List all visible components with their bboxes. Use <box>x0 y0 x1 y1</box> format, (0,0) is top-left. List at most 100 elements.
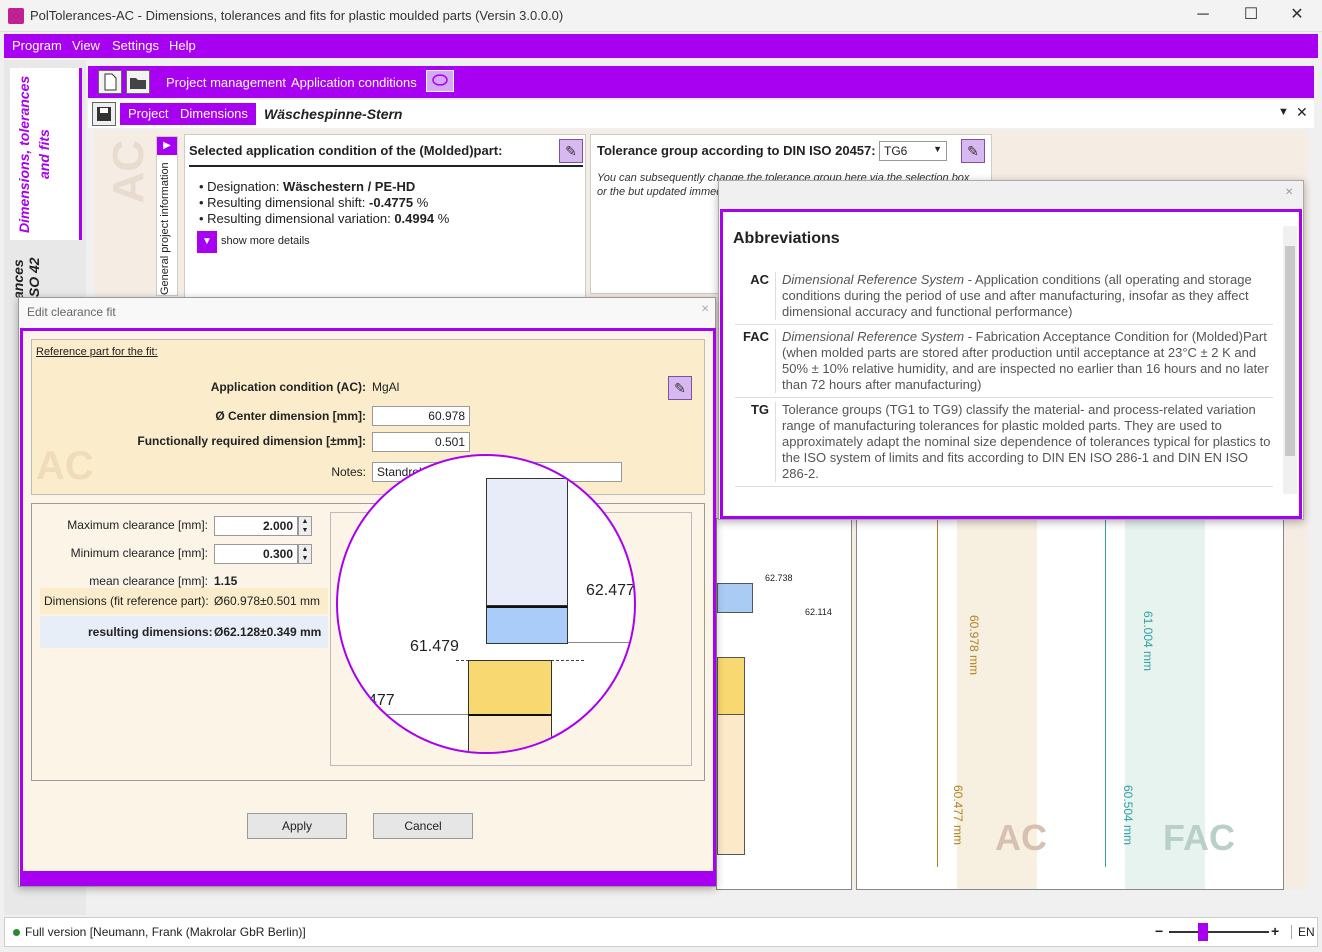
close-project-icon[interactable]: ✕ <box>1296 104 1308 121</box>
new-file-button[interactable] <box>98 70 122 94</box>
license-text: Full version [Neumann, Frank (Makrolar G… <box>25 925 306 939</box>
new-file-icon <box>104 73 117 91</box>
tg-select[interactable]: TG6 ▼ <box>879 141 947 161</box>
menu-view[interactable]: View <box>72 38 100 53</box>
tg-select-value: TG6 <box>884 144 908 158</box>
menu-settings[interactable]: Settings <box>112 38 159 53</box>
chevron-down-icon: ▼ <box>933 144 942 154</box>
ac-low-label: 60.477 mm <box>951 785 965 846</box>
application-conditions-link[interactable]: Application conditions <box>291 75 417 90</box>
app-icon <box>8 8 24 24</box>
abbrev-scrollbar[interactable] <box>1283 226 1297 494</box>
abbrev-list: AC Dimensional Reference System - Applic… <box>735 268 1273 508</box>
abbrev-row: FAC Dimensional Reference System - Fabri… <box>735 325 1273 398</box>
zoom-label-mid: 61.479 <box>410 638 459 655</box>
min-input[interactable]: 0.300 <box>214 544 298 564</box>
divider <box>189 165 583 167</box>
max-stepper[interactable]: ▲ ▼ <box>298 516 312 536</box>
ac-watermark-chart: AC <box>995 817 1047 858</box>
shift-value: -0.4775 <box>369 195 414 210</box>
zoom-out-icon[interactable]: − <box>1155 923 1163 939</box>
func-input[interactable]: 0.501 <box>372 432 470 452</box>
close-button[interactable]: ✕ <box>1274 4 1320 28</box>
center-input[interactable]: 60.978 <box>372 406 470 426</box>
cancel-button[interactable]: Cancel <box>373 813 473 839</box>
side-tab-general[interactable]: ▶ General project information <box>156 136 178 296</box>
abbrev-title: Abbreviations <box>733 230 840 247</box>
save-icon <box>97 107 111 121</box>
zoom-in-icon[interactable]: + <box>1271 923 1279 939</box>
max-input[interactable]: 2.000 <box>214 516 298 536</box>
fac-low-label: 60.504 mm <box>1121 785 1135 846</box>
variation-value: 0.4994 <box>394 211 435 226</box>
chevron-down-icon: ▼ <box>197 231 217 253</box>
zoom-magnifier: 62.477 61.479 477 <box>336 454 636 754</box>
zoom-slider[interactable] <box>1169 931 1269 933</box>
zoom-line-top <box>568 642 634 643</box>
maximize-button[interactable]: ☐ <box>1228 4 1274 28</box>
collapse-icon[interactable]: ▼ <box>1278 106 1289 118</box>
min-stepper[interactable]: ▲ ▼ <box>298 544 312 564</box>
edit-tg-button[interactable]: ✎ <box>961 139 985 163</box>
dialog-close-icon[interactable]: ✕ <box>701 304 709 315</box>
fac-watermark-chart: FAC <box>1163 817 1235 858</box>
zoom-shaft-tol <box>486 606 568 644</box>
project-management-link[interactable]: Project management <box>166 75 286 90</box>
dims-value: Ø60.978±0.501 mm <box>214 594 320 608</box>
abbrev-key: AC <box>750 272 769 287</box>
show-more-label: show more details <box>221 235 310 247</box>
abbrev-frame: Abbreviations AC Dimensional Reference S… <box>720 209 1302 519</box>
abbrev-italic: Dimensional Reference System <box>782 329 965 344</box>
tab-tolerances[interactable]: ances ISO 42 <box>10 255 82 303</box>
dims-label: Dimensions (fit reference part): <box>44 594 209 608</box>
side-tab-label: General project information <box>159 162 171 295</box>
designation-value: Wäschestern / PE-HD <box>283 179 416 194</box>
edit-ac-button[interactable]: ✎ <box>559 139 583 163</box>
project-name: Wäschespinne-Stern <box>264 106 403 122</box>
dialog-title: Edit clearance fit <box>27 305 116 319</box>
ac-panel-title: Selected application condition of the (M… <box>189 143 503 158</box>
shift-unit: % <box>413 195 429 210</box>
zoom-shaft <box>486 478 568 606</box>
abbreviations-popup: ✕ Abbreviations AC Dimensional Reference… <box>718 180 1304 520</box>
menu-program[interactable]: Program <box>12 38 62 53</box>
open-folder-button[interactable] <box>126 70 150 94</box>
variation-label: • Resulting dimensional variation: <box>199 211 395 226</box>
scroll-thumb[interactable] <box>1285 246 1295 456</box>
language-indicator[interactable]: EN <box>1291 925 1315 939</box>
abbrev-italic: Dimensional Reference System <box>782 272 965 287</box>
edit-ref-button[interactable]: ✎ <box>668 376 692 400</box>
ac-dim-label: 60.978 mm <box>967 615 981 676</box>
zoom-thumb[interactable] <box>1198 923 1208 941</box>
breadcrumb-dimensions[interactable]: Dimensions <box>172 103 256 125</box>
shift-label: • Resulting dimensional shift: <box>199 195 370 210</box>
menu-help[interactable]: Help <box>169 38 196 53</box>
dims-row: Dimensions (fit reference part): Ø60.978… <box>40 588 328 614</box>
window-title: PolTolerances-AC - Dimensions, tolerance… <box>30 8 564 23</box>
mean-label: mean clearance [mm]: <box>89 574 208 588</box>
result-label: resulting dimensions: <box>88 625 213 639</box>
expand-icon[interactable]: ▶ <box>157 137 177 155</box>
tg-title: Tolerance group according to DIN ISO 204… <box>597 143 876 158</box>
tab-tolerances-label: ances ISO 42 <box>10 257 42 301</box>
save-button[interactable] <box>92 102 116 126</box>
ac-line <box>937 519 938 867</box>
abbrev-key: FAC <box>743 329 769 344</box>
min-label: Minimum clearance [mm]: <box>70 546 208 560</box>
minimize-button[interactable]: ─ <box>1180 4 1226 28</box>
notes-label: Notes: <box>331 465 366 479</box>
apply-button[interactable]: Apply <box>247 813 347 839</box>
fit-chart-right: 60.978 mm 60.477 mm 61.004 mm 60.504 mm … <box>856 518 1284 890</box>
zoom-label-low: 477 <box>368 692 395 709</box>
breadcrumb-project[interactable]: Project <box>120 103 177 125</box>
app-cond-label: Application condition (AC): <box>210 380 366 394</box>
show-more-details[interactable]: ▼ show more details <box>197 231 395 253</box>
hole-tol-box <box>717 657 745 715</box>
tab-dimensions-label: Dimensions, tolerances and fits <box>16 75 52 233</box>
tab-dimensions[interactable]: Dimensions, tolerances and fits <box>10 68 82 240</box>
comment-button[interactable] <box>426 70 454 92</box>
abbrev-text: Tolerance groups (TG1 to TG9) classify t… <box>782 402 1271 481</box>
fac-dim-label: 61.004 mm <box>1141 611 1155 672</box>
app-cond-value: MgAl <box>372 380 400 394</box>
popup-close-icon[interactable]: ✕ <box>1285 187 1293 198</box>
